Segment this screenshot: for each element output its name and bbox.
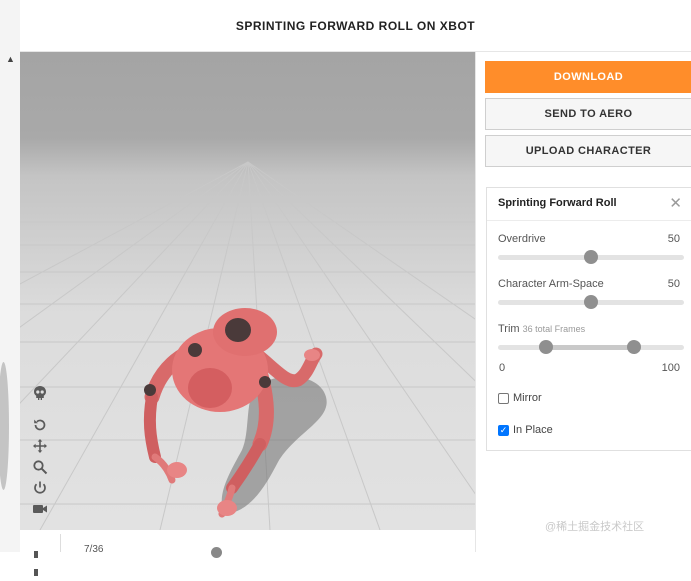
trim-label-text: Trim	[498, 323, 520, 335]
animation-settings-card: Sprinting Forward Roll ✕ Overdrive 50 Ch…	[486, 187, 691, 451]
trim-selected-range	[546, 345, 634, 350]
camera-icon[interactable]	[32, 501, 48, 517]
arm-space-slider-thumb[interactable]	[584, 295, 598, 309]
timeline-scrubber[interactable]	[211, 547, 222, 558]
scrollbar[interactable]: ▲	[0, 0, 21, 552]
animation-title: Sprinting Forward Roll	[498, 197, 617, 209]
overdrive-slider[interactable]	[498, 250, 684, 264]
download-button[interactable]: DOWNLOAD	[485, 61, 691, 93]
page-header: SPRINTING FORWARD ROLL ON XBOT	[20, 0, 691, 52]
trim-max-label: 100	[661, 362, 680, 374]
power-icon[interactable]	[32, 480, 48, 496]
side-panel: DOWNLOAD SEND TO AERO UPLOAD CHARACTER S…	[475, 52, 691, 552]
frame-counter: 7/36	[84, 544, 104, 555]
send-to-aero-button[interactable]: SEND TO AERO	[485, 98, 691, 130]
in-place-checkbox-box[interactable]: ✓	[498, 424, 509, 436]
pause-icon[interactable]	[34, 545, 46, 576]
scrollbar-thumb[interactable]	[0, 362, 9, 490]
pan-icon[interactable]	[32, 438, 48, 454]
upload-character-button[interactable]: UPLOAD CHARACTER	[485, 135, 691, 167]
trim-label: Trim 36 total Frames	[498, 323, 585, 335]
trim-start-thumb[interactable]	[539, 340, 554, 354]
animation-viewport[interactable]	[20, 52, 475, 530]
trim-slider[interactable]	[498, 340, 684, 354]
overdrive-value: 50	[667, 233, 680, 245]
arm-space-slider[interactable]	[498, 295, 684, 309]
zoom-icon[interactable]	[32, 459, 48, 475]
trim-frames-note: 36 total Frames	[522, 324, 586, 334]
scene-canvas	[20, 161, 475, 530]
skull-icon[interactable]	[32, 385, 48, 401]
arm-space-value: 50	[667, 278, 680, 290]
timeline-bar[interactable]: 7/36	[20, 530, 475, 576]
mirror-checkbox-box[interactable]	[498, 392, 509, 404]
overdrive-label: Overdrive	[498, 233, 546, 245]
in-place-checkbox[interactable]: ✓ In Place	[498, 424, 553, 436]
timeline-divider	[60, 534, 61, 552]
reset-icon[interactable]	[32, 417, 48, 433]
close-icon[interactable]: ✕	[669, 194, 682, 212]
trim-min-label: 0	[499, 362, 506, 374]
card-divider	[487, 220, 691, 221]
scroll-up-arrow-icon[interactable]: ▲	[6, 54, 15, 64]
mirror-label: Mirror	[513, 392, 542, 404]
arm-space-label: Character Arm-Space	[498, 278, 604, 290]
overdrive-slider-thumb[interactable]	[584, 250, 598, 264]
page-title: SPRINTING FORWARD ROLL ON XBOT	[235, 18, 476, 33]
trim-end-thumb[interactable]	[626, 340, 641, 354]
watermark: @稀土掘金技术社区	[545, 521, 645, 533]
in-place-label: In Place	[513, 424, 553, 436]
mirror-checkbox[interactable]: Mirror	[498, 392, 542, 404]
